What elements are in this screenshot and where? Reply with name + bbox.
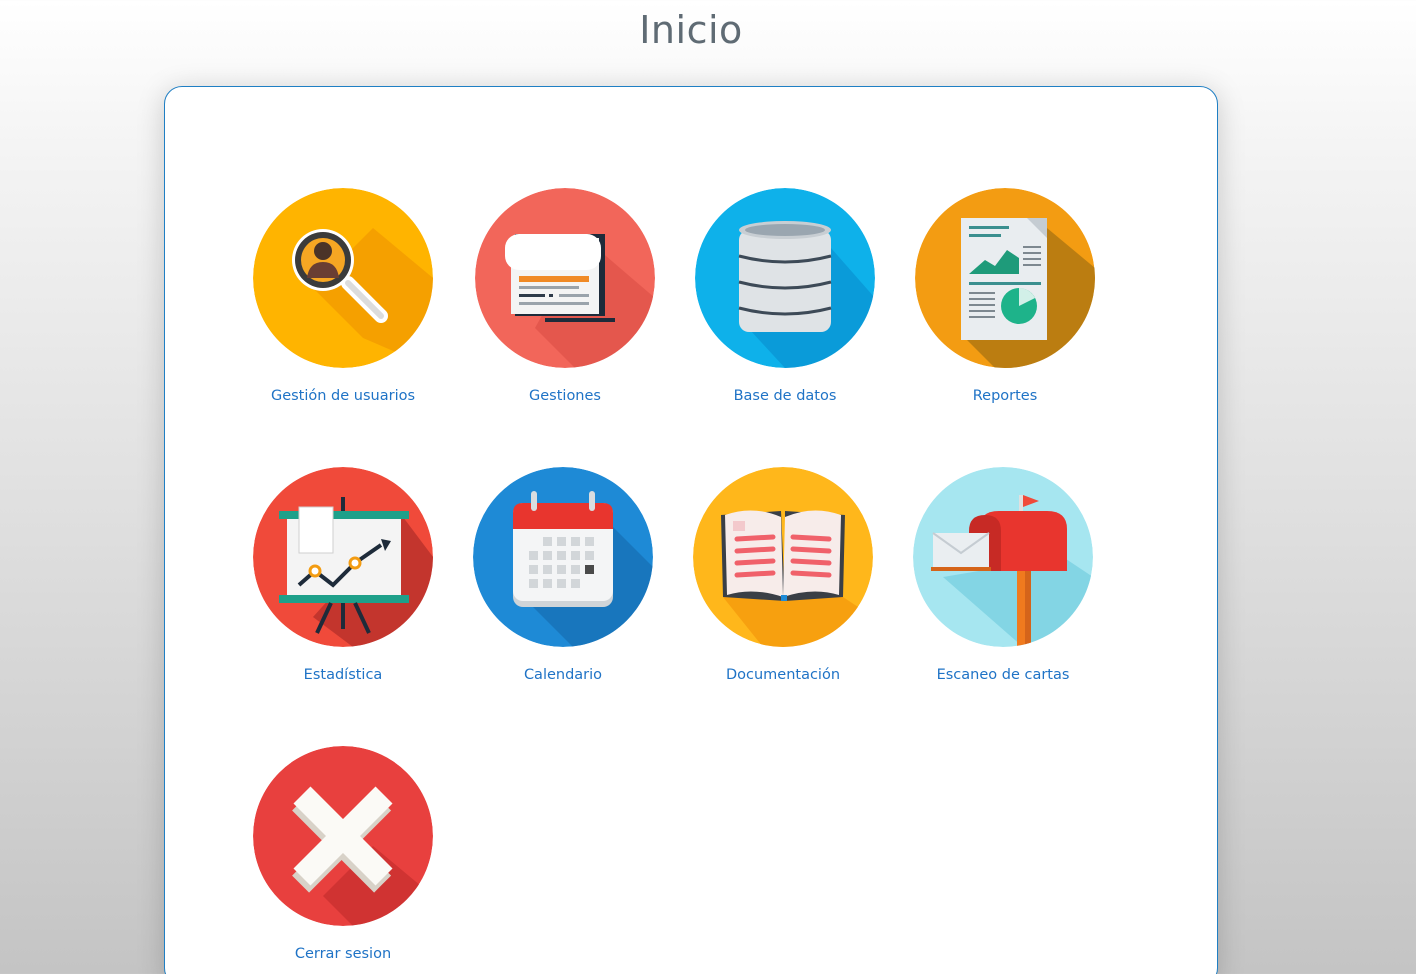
menu-label: Gestiones <box>529 388 601 404</box>
main-menu-panel: Gestión de usuarios Gestiones Base de da… <box>164 86 1218 974</box>
menu-label: Gestión de usuarios <box>270 388 416 404</box>
close-x-icon <box>253 746 433 926</box>
menu-label: Cerrar sesion <box>294 946 392 962</box>
menu-label: Reportes <box>972 388 1038 404</box>
menu-label: Calendario <box>523 667 603 683</box>
menu-label: Base de datos <box>733 388 837 404</box>
menu-label: Estadística <box>303 667 383 683</box>
menu-tile-gestiones[interactable]: Gestiones <box>455 188 675 418</box>
menu-tile-reportes[interactable]: Reportes <box>895 188 1115 418</box>
user-search-icon <box>253 188 433 368</box>
database-icon <box>695 188 875 368</box>
menu-tile-estadistica[interactable]: Estadística <box>233 467 453 697</box>
report-icon <box>915 188 1095 368</box>
menu-tile-documentacion[interactable]: Documentación <box>673 467 893 697</box>
open-book-icon <box>693 467 873 647</box>
menu-tile-base-datos[interactable]: Base de datos <box>675 188 895 418</box>
menu-label: Documentación <box>725 667 841 683</box>
menu-tile-calendario[interactable]: Calendario <box>453 467 673 697</box>
menu-tile-cerrar-sesion[interactable]: Cerrar sesion <box>233 746 453 974</box>
document-scroll-icon <box>475 188 655 368</box>
statistics-board-icon <box>253 467 433 647</box>
page-title: Inicio <box>639 8 743 52</box>
mailbox-icon <box>913 467 1093 647</box>
menu-label: Escaneo de cartas <box>936 667 1070 683</box>
menu-tile-gestion-usuarios[interactable]: Gestión de usuarios <box>233 188 453 418</box>
calendar-icon <box>473 467 653 647</box>
menu-tile-escaneo-cartas[interactable]: Escaneo de cartas <box>893 467 1113 697</box>
